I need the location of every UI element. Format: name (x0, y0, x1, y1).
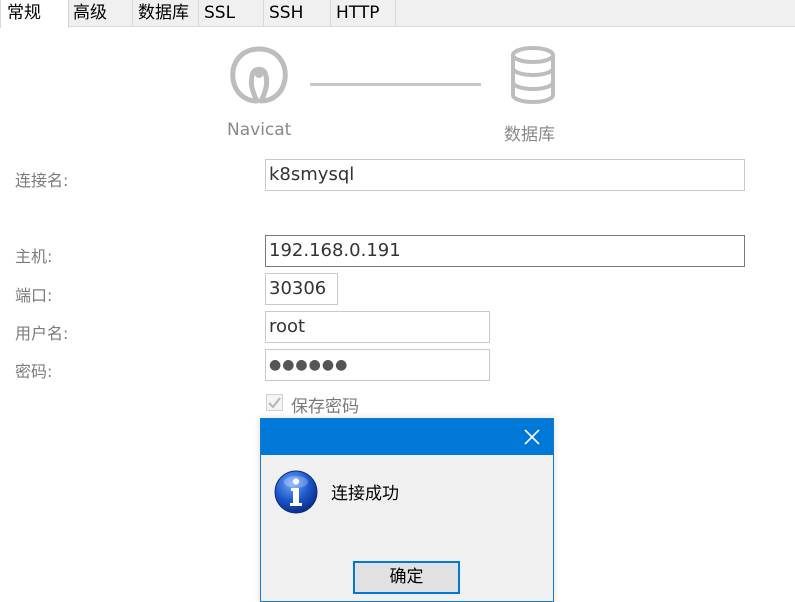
username-label: 用户名: (15, 324, 69, 343)
save-password-checkbox[interactable] (266, 394, 283, 411)
password-label: 密码: (15, 362, 53, 381)
info-icon (274, 470, 318, 514)
tab-http[interactable]: HTTP (331, 0, 396, 26)
close-icon[interactable] (519, 424, 545, 450)
ok-button[interactable]: 确定 (353, 561, 460, 594)
navicat-logo-icon (230, 46, 288, 104)
save-password-label: 保存密码 (291, 397, 359, 417)
connection-success-dialog: 连接成功 确定 (260, 418, 554, 602)
tab-general[interactable]: 常规 (0, 0, 69, 28)
dialog-title-bar (261, 419, 553, 455)
host-input[interactable]: 192.168.0.191 (265, 235, 745, 267)
database-label: 数据库 (504, 125, 555, 145)
host-label: 主机: (15, 247, 53, 266)
port-input[interactable]: 30306 (265, 273, 338, 305)
database-icon (511, 46, 555, 105)
connection-name-input[interactable]: k8smysql (265, 159, 745, 191)
tab-bar: 常规 高级 数据库 SSL SSH HTTP (0, 0, 795, 28)
username-input[interactable]: root (265, 311, 490, 343)
check-icon (268, 397, 281, 409)
navicat-label: Navicat (227, 120, 292, 140)
connection-line (310, 83, 481, 86)
tab-databases[interactable]: 数据库 (133, 0, 199, 26)
password-input[interactable]: ●●●●●● (265, 349, 490, 381)
dialog-message: 连接成功 (331, 484, 399, 504)
connection-name-label: 连接名: (15, 171, 69, 190)
tab-ssh[interactable]: SSH (264, 0, 331, 26)
tab-ssl[interactable]: SSL (199, 0, 264, 26)
port-label: 端口: (15, 286, 53, 305)
connection-window: 常规 高级 数据库 SSL SSH HTTP Navicat 数据库 连接名: … (0, 0, 795, 602)
dialog-body: 连接成功 确定 (261, 455, 553, 601)
tab-advanced[interactable]: 高级 (68, 0, 133, 26)
